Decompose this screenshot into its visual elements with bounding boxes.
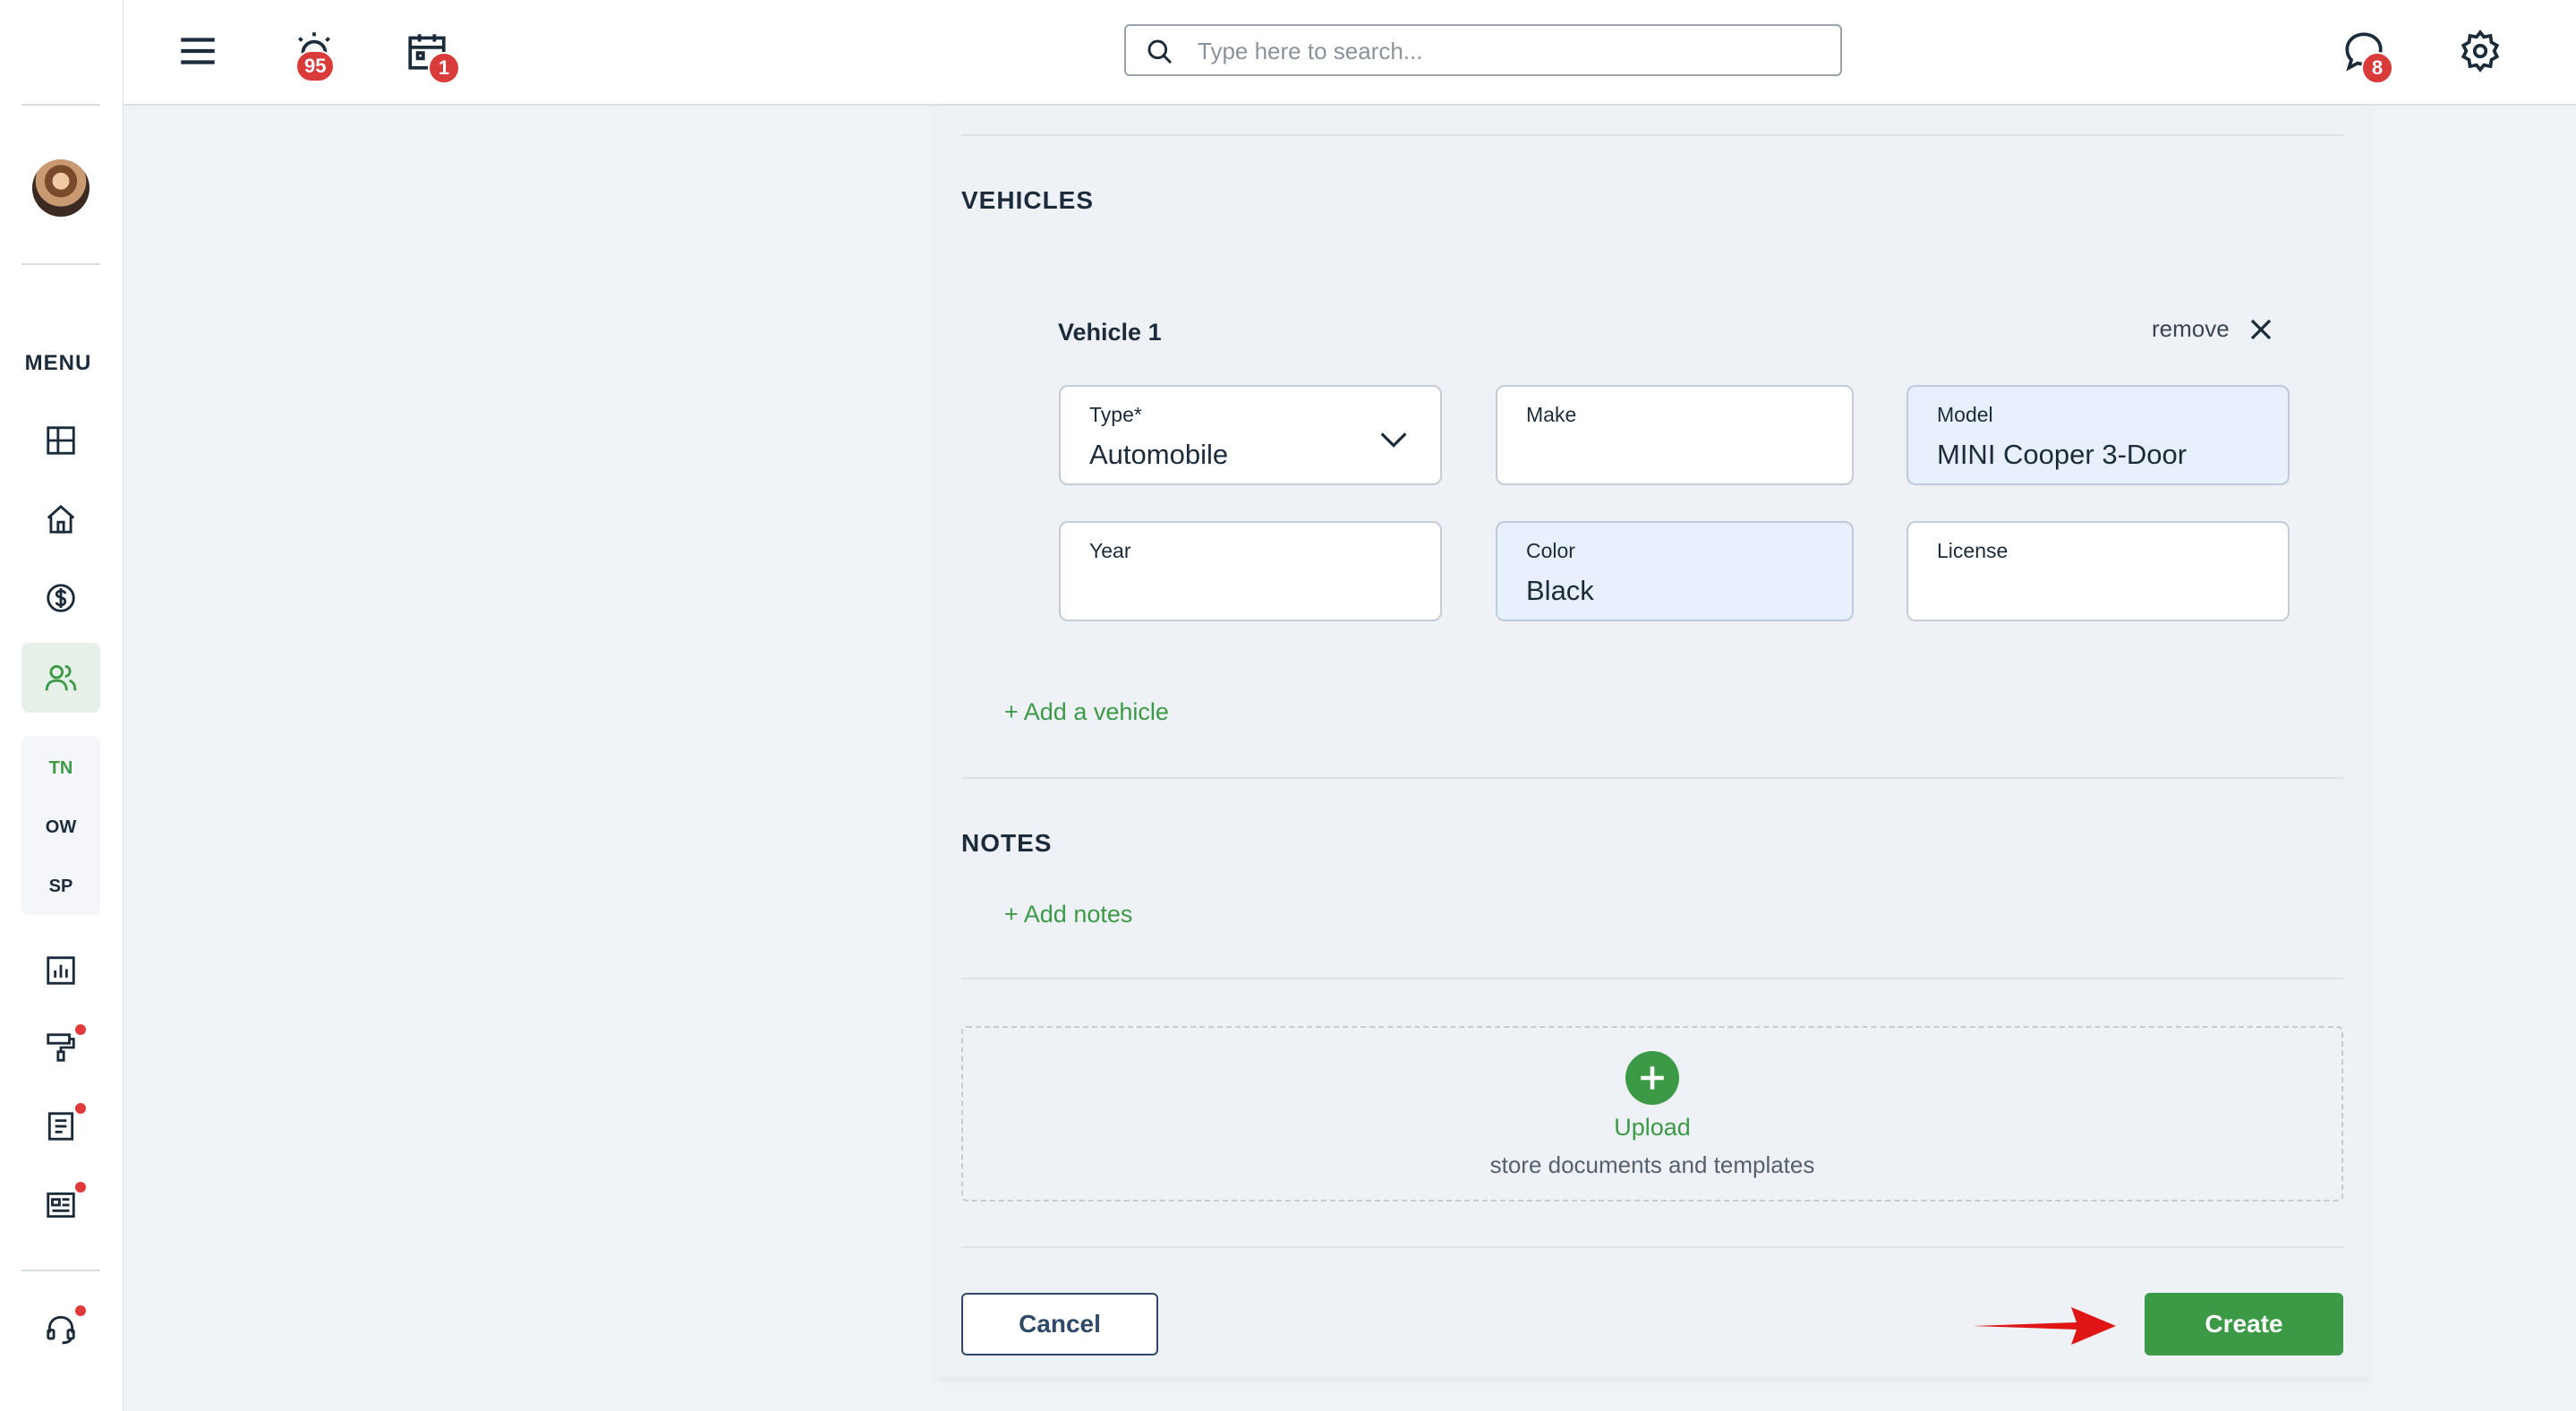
sidebar: MENU TN OW SP: [0, 0, 124, 1411]
notification-dot: [75, 1024, 86, 1035]
field-label: Color: [1526, 539, 1575, 562]
chevron-down-icon: [1380, 432, 1407, 448]
section-divider: [961, 1246, 2343, 1248]
upload-title[interactable]: Upload: [963, 1114, 2341, 1142]
sidebar-subitem-ow[interactable]: OW: [21, 817, 100, 838]
add-vehicle-link[interactable]: + Add a vehicle: [1004, 698, 1169, 726]
chat-badge: 8: [2361, 52, 2393, 84]
remove-label: remove: [2152, 315, 2230, 342]
sidebar-divider: [21, 263, 100, 265]
avatar[interactable]: [32, 159, 90, 217]
section-divider: [961, 978, 2343, 979]
topbar: 95 1 8: [124, 0, 2576, 106]
vehicle-title: Vehicle 1: [1058, 319, 1162, 346]
field-value: Automobile: [1089, 439, 1229, 470]
reports-icon[interactable]: [32, 942, 90, 999]
vehicle-color-field[interactable]: Color Black: [1496, 521, 1854, 621]
sidebar-divider: [21, 1270, 100, 1271]
vehicle-model-field[interactable]: Model MINI Cooper 3-Door: [1906, 385, 2290, 485]
field-label: Model: [1937, 403, 1993, 426]
plus-circle-icon[interactable]: [1625, 1051, 1679, 1105]
upload-dropzone[interactable]: Upload store documents and templates: [961, 1026, 2343, 1201]
vehicle-make-field[interactable]: Make: [1496, 385, 1854, 485]
annotation-arrow-icon: [1973, 1307, 2116, 1345]
field-label: Make: [1526, 403, 1577, 426]
section-divider: [961, 134, 2343, 136]
notes-section-title: NOTES: [961, 829, 1053, 857]
remove-vehicle-button[interactable]: remove: [2152, 315, 2274, 343]
menu-label: MENU: [24, 351, 92, 375]
dashboard-icon[interactable]: [32, 412, 90, 469]
vehicle-year-field[interactable]: Year: [1059, 521, 1442, 621]
search-box: [1124, 24, 1842, 76]
field-label: Type*: [1089, 403, 1142, 426]
add-notes-link[interactable]: + Add notes: [1004, 901, 1132, 928]
cancel-button[interactable]: Cancel: [961, 1293, 1158, 1355]
calendar-badge: 1: [428, 52, 460, 84]
vehicle-type-select[interactable]: Type* Automobile: [1059, 385, 1442, 485]
close-icon: [2250, 319, 2271, 339]
search-input[interactable]: [1198, 33, 1824, 69]
vehicle-license-field[interactable]: License: [1906, 521, 2290, 621]
field-label: License: [1937, 539, 2009, 562]
home-icon[interactable]: [32, 491, 90, 548]
sidebar-subitem-tn[interactable]: TN: [21, 758, 100, 779]
sidebar-subitem-sp[interactable]: SP: [21, 877, 100, 897]
notification-dot: [75, 1305, 86, 1316]
field-value: MINI Cooper 3-Door: [1937, 439, 2188, 470]
dollar-icon[interactable]: [32, 569, 90, 627]
notification-dot: [75, 1182, 86, 1193]
create-button[interactable]: Create: [2145, 1293, 2343, 1355]
gear-icon[interactable]: [2451, 21, 2510, 81]
sidebar-divider: [21, 104, 100, 106]
section-divider: [961, 777, 2343, 779]
field-label: Year: [1089, 539, 1131, 562]
vehicles-section-title: VEHICLES: [961, 186, 1095, 214]
hamburger-menu-icon[interactable]: [168, 21, 227, 81]
alarm-badge: 95: [295, 50, 336, 82]
contacts-icon[interactable]: [32, 649, 90, 706]
notification-dot: [75, 1103, 86, 1114]
field-value: Black: [1526, 575, 1594, 606]
search-icon: [1147, 39, 1173, 64]
upload-subtitle: store documents and templates: [1489, 1151, 1815, 1178]
